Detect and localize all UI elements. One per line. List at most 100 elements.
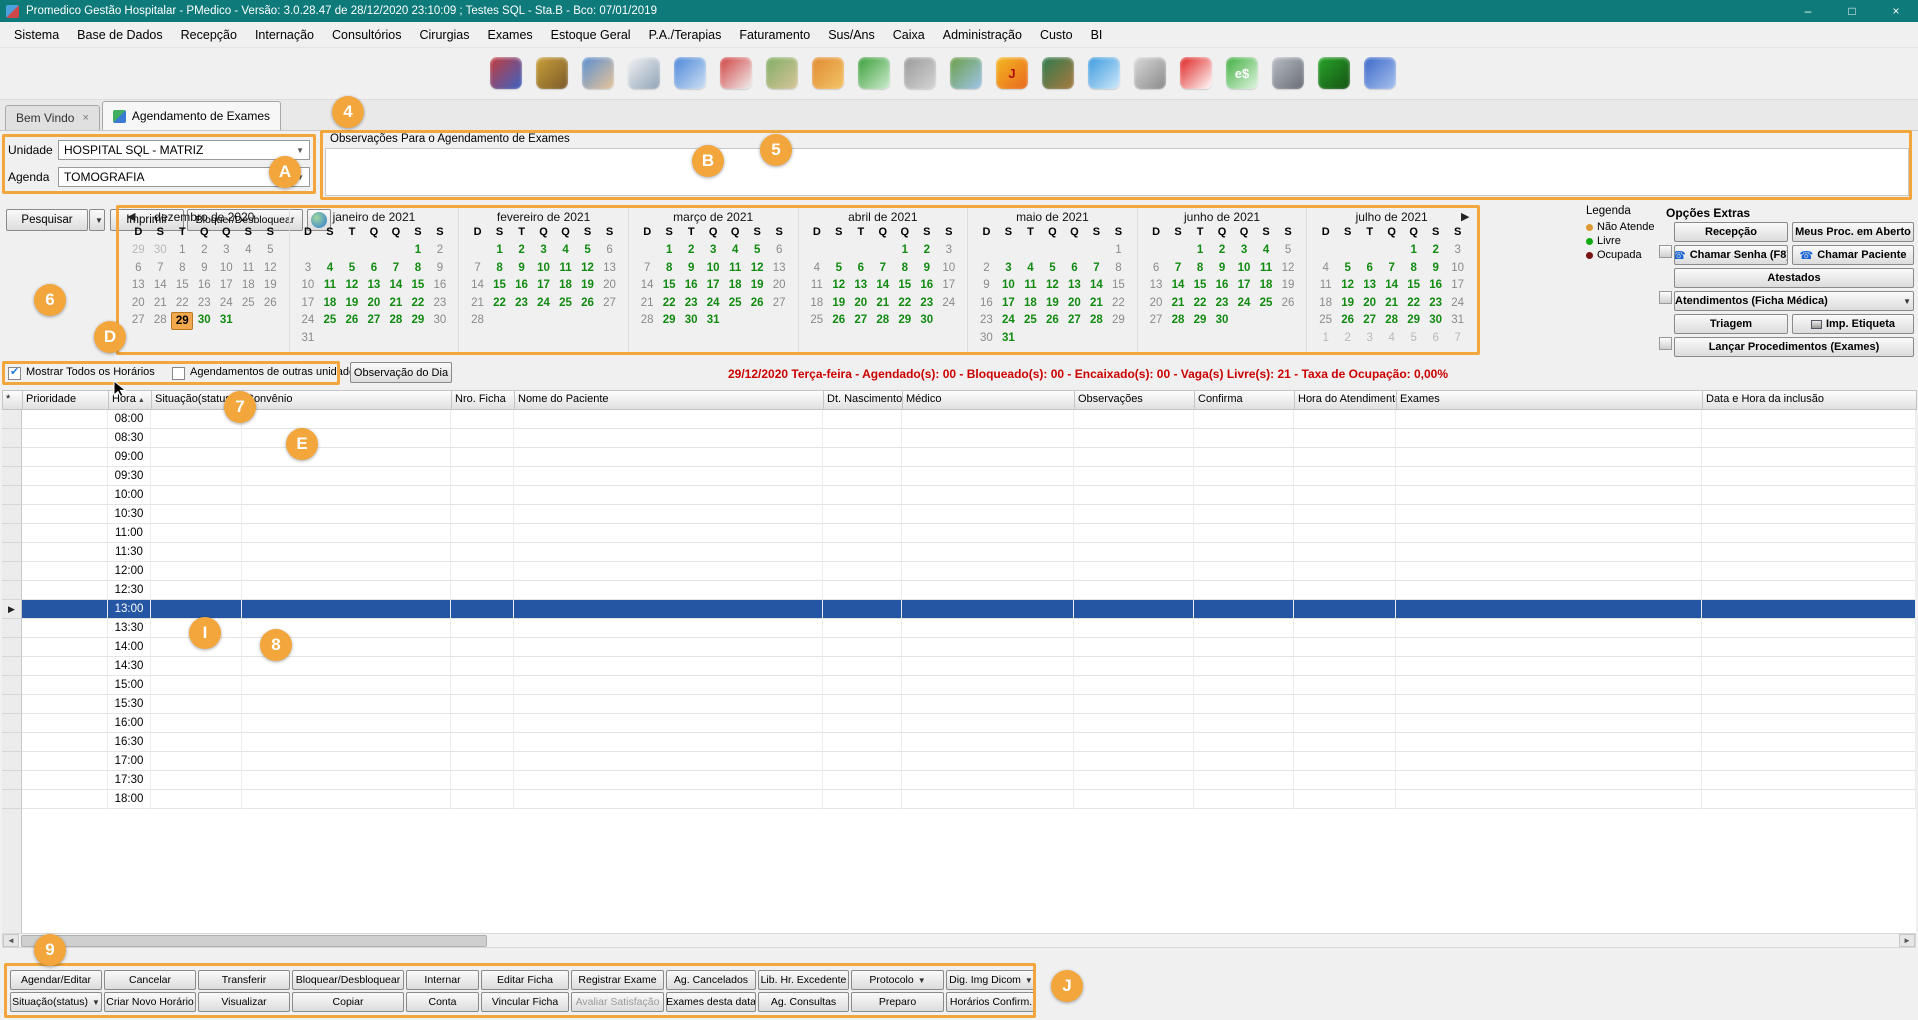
column-header-observa-es[interactable]: Observações bbox=[1075, 390, 1195, 410]
calendar-day[interactable]: 19 bbox=[341, 295, 363, 313]
calendar-day[interactable]: 16 bbox=[511, 277, 533, 295]
ebilling-icon[interactable]: e$ bbox=[1226, 57, 1258, 89]
calendar-day[interactable]: 12 bbox=[1277, 260, 1299, 278]
scrollbar-thumb[interactable] bbox=[21, 935, 487, 947]
button-transferir[interactable]: Transferir bbox=[198, 970, 290, 990]
close-tab-icon[interactable]: × bbox=[82, 112, 88, 124]
button-bloquear-desbloquear[interactable]: Bloquear/Desbloquear bbox=[292, 970, 404, 990]
button-protocolo[interactable]: Protocolo▼ bbox=[851, 970, 944, 990]
phone-list-icon[interactable] bbox=[1659, 245, 1672, 258]
calendar-day[interactable]: 16 bbox=[193, 277, 215, 295]
calendar-day[interactable]: 25 bbox=[1255, 295, 1277, 313]
pesquisar-dropdown[interactable]: ▼ bbox=[89, 209, 105, 231]
calendar-day[interactable]: 26 bbox=[828, 312, 850, 330]
calendar-day[interactable]: 30 bbox=[429, 312, 451, 330]
button-chamar-paciente[interactable]: ☎Chamar Paciente bbox=[1792, 245, 1914, 265]
schedule-row-15:30[interactable]: 15:30 bbox=[2, 695, 1916, 714]
calendar-day[interactable]: 8 bbox=[407, 260, 429, 278]
calendar-day[interactable]: 10 bbox=[702, 260, 724, 278]
mostrar-todos-horarios-checkbox[interactable]: Mostrar Todos os Horários bbox=[8, 365, 155, 378]
calendar-day[interactable]: 12 bbox=[828, 277, 850, 295]
calendar-day[interactable]: 29 bbox=[658, 312, 680, 330]
calendar-day[interactable]: 10 bbox=[533, 260, 555, 278]
column-header-prioridade[interactable]: Prioridade bbox=[23, 390, 109, 410]
calendar-day[interactable]: 23 bbox=[1211, 295, 1233, 313]
calendar-day[interactable]: 5 bbox=[1403, 330, 1425, 348]
calendar-day[interactable]: 7 bbox=[872, 260, 894, 278]
calendar-day[interactable]: 23 bbox=[193, 295, 215, 313]
calendar-day[interactable]: 2 bbox=[1337, 330, 1359, 348]
button-hor-rios-confirm-[interactable]: Horários Confirm. bbox=[946, 992, 1036, 1012]
calendar-day[interactable]: 2 bbox=[680, 242, 702, 260]
calendar-day[interactable]: 28 bbox=[385, 312, 407, 330]
calendar-day[interactable]: 21 bbox=[1381, 295, 1403, 313]
button-cancelar[interactable]: Cancelar bbox=[104, 970, 196, 990]
schedule-row-11:30[interactable]: 11:30 bbox=[2, 543, 1916, 562]
monitor-icon[interactable] bbox=[1318, 57, 1350, 89]
schedule-row-17:00[interactable]: 17:00 bbox=[2, 752, 1916, 771]
calendar-day[interactable]: 14 bbox=[1167, 277, 1189, 295]
calendar-day[interactable]: 22 bbox=[1107, 295, 1129, 313]
calendar-day[interactable]: 9 bbox=[680, 260, 702, 278]
calendar-day[interactable]: 21 bbox=[467, 295, 489, 313]
calendar-day[interactable]: 15 bbox=[658, 277, 680, 295]
button-recep-o[interactable]: Recepção bbox=[1674, 222, 1788, 242]
basket-icon[interactable] bbox=[812, 57, 844, 89]
calendar-day[interactable]: 9 bbox=[429, 260, 451, 278]
menu-item-custo[interactable]: Custo bbox=[1031, 22, 1082, 48]
calendar-day[interactable]: 12 bbox=[341, 277, 363, 295]
button-ag-consultas[interactable]: Ag. Consultas bbox=[758, 992, 849, 1012]
menu-item-cirurgias[interactable]: Cirurgias bbox=[411, 22, 479, 48]
calendar-day[interactable]: 4 bbox=[724, 242, 746, 260]
button-dig-img-dicom[interactable]: Dig. Img Dicom▼ bbox=[946, 970, 1036, 990]
calendar-day[interactable]: 27 bbox=[599, 295, 621, 313]
calendar-day[interactable]: 3 bbox=[215, 242, 237, 260]
menu-item-sus-ans[interactable]: Sus/Ans bbox=[819, 22, 884, 48]
calendar-day[interactable]: 19 bbox=[577, 277, 599, 295]
calendar-day[interactable]: 16 bbox=[975, 295, 997, 313]
calendar-day[interactable]: 28 bbox=[636, 312, 658, 330]
calendar-day[interactable]: 10 bbox=[1233, 260, 1255, 278]
column-header-nome-do-paciente[interactable]: Nome do Paciente bbox=[515, 390, 824, 410]
calendar-day[interactable]: 18 bbox=[806, 295, 828, 313]
calendar-day[interactable]: 15 bbox=[1107, 277, 1129, 295]
menu-item-exames[interactable]: Exames bbox=[479, 22, 542, 48]
chevron-down-icon[interactable]: ▼ bbox=[1903, 297, 1913, 306]
sphere-icon[interactable] bbox=[490, 57, 522, 89]
calendar-day[interactable]: 10 bbox=[215, 260, 237, 278]
power-icon[interactable] bbox=[1180, 57, 1212, 89]
calendar-day[interactable]: 14 bbox=[1085, 277, 1107, 295]
column-header-situa-o-status-[interactable]: Situação(status) bbox=[152, 390, 243, 410]
button-agendar-editar[interactable]: Agendar/Editar bbox=[10, 970, 102, 990]
calendar-day[interactable]: 4 bbox=[1019, 260, 1041, 278]
calendar-day[interactable]: 28 bbox=[1167, 312, 1189, 330]
calendar-day[interactable]: 2 bbox=[429, 242, 451, 260]
calendar-day[interactable]: 23 bbox=[680, 295, 702, 313]
calendar-day[interactable]: 17 bbox=[215, 277, 237, 295]
calendar-day[interactable]: 29 bbox=[1403, 312, 1425, 330]
pesquisar-button[interactable]: Pesquisar bbox=[6, 209, 88, 231]
keys-icon[interactable] bbox=[536, 57, 568, 89]
money-icon[interactable] bbox=[858, 57, 890, 89]
calendar-day[interactable]: 15 bbox=[171, 277, 193, 295]
column-header-data-e-hora-da-inclus-o[interactable]: Data e Hora da inclusão bbox=[1703, 390, 1917, 410]
calendar-day[interactable]: 30 bbox=[975, 330, 997, 348]
cabinet-icon[interactable] bbox=[904, 57, 936, 89]
ambulance-icon[interactable] bbox=[720, 57, 752, 89]
calendar-day[interactable]: 15 bbox=[489, 277, 511, 295]
calendar-prev-icon[interactable]: ◀ bbox=[127, 210, 135, 223]
records-list-icon[interactable] bbox=[1659, 291, 1672, 304]
button-preparo[interactable]: Preparo bbox=[851, 992, 944, 1012]
calendar-day[interactable]: 9 bbox=[975, 277, 997, 295]
calendar-day[interactable]: 9 bbox=[1211, 260, 1233, 278]
calendar-day[interactable]: 3 bbox=[297, 260, 319, 278]
calendar-day[interactable]: 28 bbox=[467, 312, 489, 330]
calendar-day[interactable]: 5 bbox=[1041, 260, 1063, 278]
calendar-day[interactable]: 24 bbox=[215, 295, 237, 313]
calendar-day[interactable]: 15 bbox=[1189, 277, 1211, 295]
schedule-row-08:30[interactable]: 08:30 bbox=[2, 429, 1916, 448]
calendar-day[interactable]: 28 bbox=[1381, 312, 1403, 330]
invoice-icon[interactable] bbox=[1134, 57, 1166, 89]
calendar-day[interactable]: 28 bbox=[872, 312, 894, 330]
calendar-day[interactable]: 20 bbox=[363, 295, 385, 313]
